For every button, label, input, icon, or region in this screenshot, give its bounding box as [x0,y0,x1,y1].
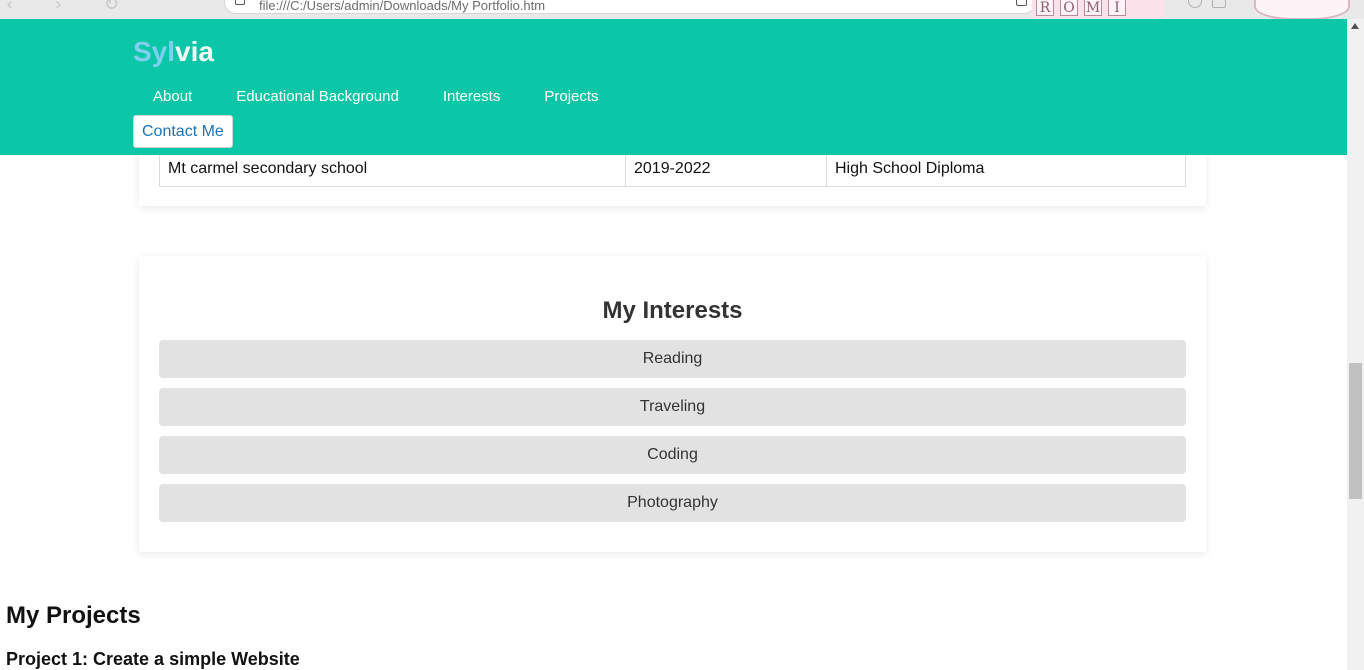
tab-letter: I [1108,0,1126,16]
school-cell: Mt carmel secondary school [159,151,626,187]
extension-icon[interactable] [1016,0,1027,6]
file-icon [235,0,245,5]
projects-title: My Projects [6,602,141,629]
main-nav: About Educational Background Interests P… [133,85,623,108]
contact-me-button[interactable]: Contact Me [133,115,233,148]
tab-letter: M [1084,0,1102,16]
brand-first-part: Syl [133,36,176,67]
address-url: file:///C:/Users/admin/Downloads/My Port… [259,0,546,13]
scrollbar-thumb[interactable] [1349,363,1362,499]
interest-item-photography: Photography [159,484,1186,522]
tab-letter: O [1060,0,1078,16]
nav-link-about[interactable]: About [133,85,212,108]
brand-logo[interactable]: Sylvia [133,36,214,68]
interests-card: My Interests Reading Traveling Coding Ph… [139,256,1206,552]
address-bar[interactable]: file:///C:/Users/admin/Downloads/My Port… [224,0,1036,14]
interests-title: My Interests [602,297,743,324]
years-cell: 2019-2022 [625,151,827,187]
education-table: Mt carmel secondary school 2019-2022 Hig… [159,151,1186,187]
browser-nav-icons[interactable]: ‹ › ↻ [6,0,137,15]
interest-item-coding: Coding [159,436,1186,474]
interest-item-traveling: Traveling [159,388,1186,426]
interest-item-reading: Reading [159,340,1186,378]
profile-avatar-icon[interactable] [1254,0,1350,19]
nav-link-projects[interactable]: Projects [524,85,618,108]
browser-square-icon[interactable] [1212,0,1226,8]
brand-second-part: via [175,36,214,67]
scroll-up-arrow-icon[interactable] [1351,23,1359,29]
site-header: Sylvia About Educational Background Inte… [0,19,1347,155]
project-title: Project 1: Create a simple Website [6,649,300,669]
degree-cell: High School Diploma [826,151,1186,187]
decorative-tab-banner: ROMI [1032,0,1164,18]
page-scrollbar[interactable] [1347,19,1364,670]
nav-link-interests[interactable]: Interests [423,85,521,108]
nav-link-education[interactable]: Educational Background [216,85,419,108]
browser-circle-icon[interactable] [1188,0,1202,8]
table-row: Mt carmel secondary school 2019-2022 Hig… [159,151,1186,187]
browser-toolbar: ‹ › ↻ file:///C:/Users/admin/Downloads/M… [0,0,1364,19]
tab-letter: R [1036,0,1054,16]
